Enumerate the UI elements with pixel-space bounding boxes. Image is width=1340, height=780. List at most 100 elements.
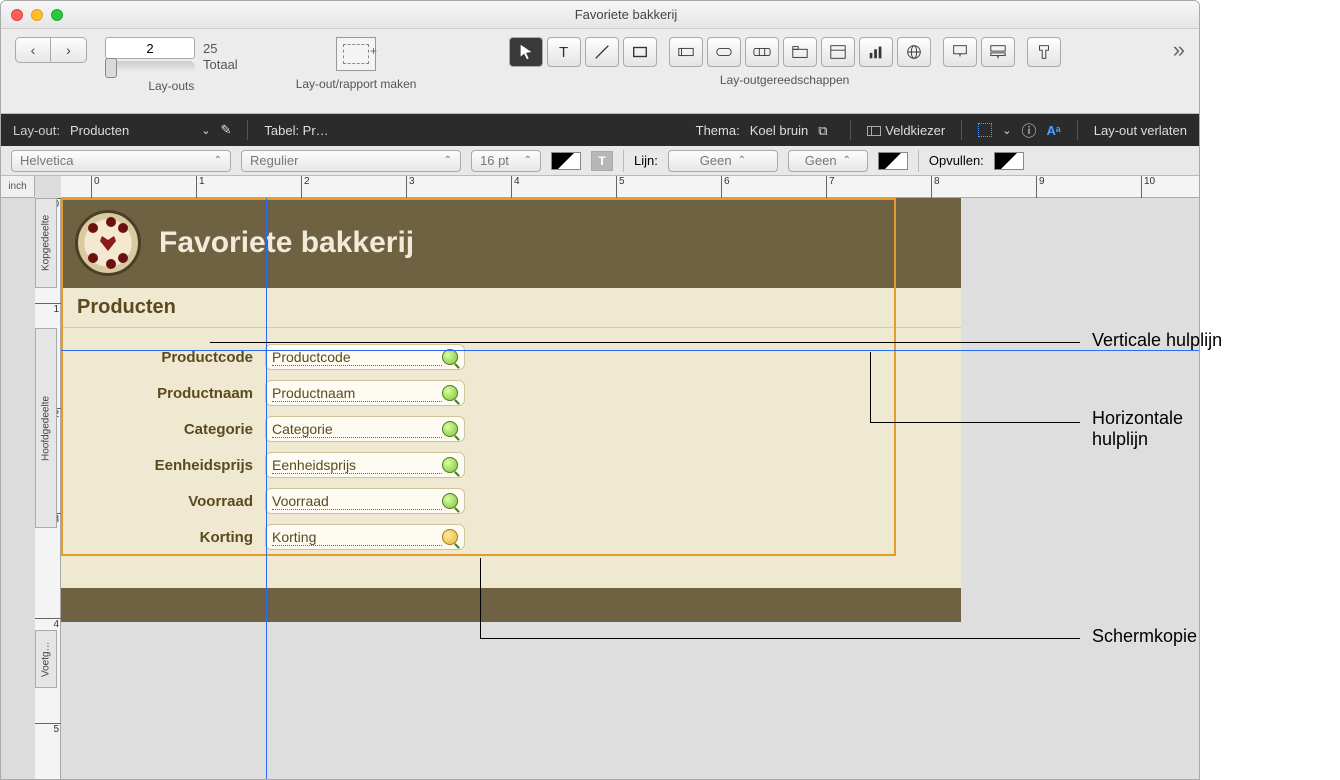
callout-screenshot: Schermkopie (1092, 626, 1197, 647)
body-part-label[interactable]: Hoofdgedeelte (35, 328, 57, 528)
chevron-down-icon[interactable]: ⌄ (1002, 124, 1011, 137)
zoom-icon[interactable] (51, 9, 63, 21)
field-row: Productcode Productcode (73, 344, 949, 370)
window-title: Favoriete bakkerij (63, 7, 1189, 22)
line-color-swatch[interactable] (878, 152, 908, 170)
lookup-icon[interactable] (442, 529, 458, 545)
text-format-icon[interactable]: Aᵃ (1046, 123, 1060, 138)
tab-control-tool[interactable] (783, 37, 817, 67)
canvas-area: inch 0 1 2 3 4 5 6 7 8 9 10 0 1 2 3 4 5 … (1, 176, 1199, 780)
font-style-dropdown[interactable]: Regulier⌃ (241, 150, 461, 172)
line-style-dropdown[interactable]: Geen⌃ (788, 150, 868, 172)
callout-line (480, 638, 1080, 639)
minimize-icon[interactable] (31, 9, 43, 21)
layout-slider[interactable] (105, 61, 195, 73)
webviewer-tool[interactable] (897, 37, 931, 67)
font-size-dropdown[interactable]: 16 pt⌃ (471, 150, 541, 172)
layout-canvas[interactable]: Kopgedeelte Hoofdgedeelte Voetg… Favorie… (61, 198, 1199, 780)
text-tool[interactable]: T (547, 37, 581, 67)
callout-horizontal-guide: Horizontale hulplijn (1092, 408, 1183, 450)
line-tool[interactable] (585, 37, 619, 67)
text-color-swatch[interactable] (551, 152, 581, 170)
ruler-unit[interactable]: inch (1, 176, 35, 198)
lookup-icon[interactable] (442, 421, 458, 437)
layout-bar: Lay-out: Producten ⌄ ✎ Tabel: Pr… Thema:… (1, 114, 1199, 146)
logo-icon[interactable] (75, 210, 141, 276)
fill-label: Opvullen: (929, 153, 984, 168)
footer-part-label[interactable]: Voetg… (35, 630, 57, 688)
next-record-button[interactable]: › (51, 37, 87, 63)
field-row: Productnaam Productnaam (73, 380, 949, 406)
lookup-icon[interactable] (442, 385, 458, 401)
format-painter-tool[interactable] (1027, 37, 1061, 67)
app-window: Favoriete bakkerij ‹ › 2 25 Totaal Lay-o… (0, 0, 1200, 780)
callout-vertical-guide: Verticale hulplijn (1092, 330, 1222, 351)
field-label[interactable]: Productnaam (73, 385, 253, 402)
field-productcode[interactable]: Productcode (265, 344, 465, 370)
field-picker-tool[interactable] (943, 37, 977, 67)
new-layout-report-button[interactable] (336, 37, 376, 71)
field-row: Eenheidsprijs Eenheidsprijs (73, 452, 949, 478)
tools-label: Lay-outgereedschappen (720, 73, 849, 87)
lookup-icon[interactable] (442, 493, 458, 509)
section-title[interactable]: Producten (77, 296, 176, 319)
rectangle-tool[interactable] (623, 37, 657, 67)
formatting-bar: Helvetica⌃ Regulier⌃ 16 pt⌃ T Lijn: Geen… (1, 146, 1199, 176)
field-label[interactable]: Voorraad (73, 493, 253, 510)
field-categorie[interactable]: Categorie (265, 416, 465, 442)
footer-part[interactable] (61, 588, 961, 622)
part-tool[interactable] (981, 37, 1015, 67)
field-eenheidsprijs[interactable]: Eenheidsprijs (265, 452, 465, 478)
buttonbar-tool[interactable] (745, 37, 779, 67)
button-tool[interactable] (707, 37, 741, 67)
traffic-lights (11, 9, 63, 21)
titlebar: Favoriete bakkerij (1, 1, 1199, 29)
chart-tool[interactable] (859, 37, 893, 67)
edit-layout-icon[interactable]: ✎ (220, 122, 231, 138)
field-productnaam[interactable]: Productnaam (265, 380, 465, 406)
field-label[interactable]: Productcode (73, 349, 253, 366)
close-icon[interactable] (11, 9, 23, 21)
selection-tool[interactable] (509, 37, 543, 67)
table-label[interactable]: Tabel: Pr… (264, 123, 328, 138)
record-nav-group: ‹ › (15, 37, 87, 63)
fieldpicker-button[interactable]: Veldkiezer (867, 123, 945, 138)
report-label: Lay-out/rapport maken (296, 77, 417, 91)
total-label: Totaal (203, 57, 238, 73)
header-part-label[interactable]: Kopgedeelte (35, 198, 57, 288)
lookup-icon[interactable] (442, 349, 458, 365)
body-part[interactable]: Productcode Productcode Productnaam Prod… (61, 328, 961, 588)
field-row: Categorie Categorie (73, 416, 949, 442)
prev-record-button[interactable]: ‹ (15, 37, 51, 63)
portal-tool[interactable] (821, 37, 855, 67)
screen-bounds-icon[interactable] (978, 123, 992, 137)
main-toolbar: ‹ › 2 25 Totaal Lay-outs Lay-out/rapport… (1, 29, 1199, 114)
font-dropdown[interactable]: Helvetica⌃ (11, 150, 231, 172)
horizontal-ruler[interactable]: 0 1 2 3 4 5 6 7 8 9 10 (61, 176, 1199, 198)
lookup-icon[interactable] (442, 457, 458, 473)
field-label[interactable]: Eenheidsprijs (73, 457, 253, 474)
layout-dropdown[interactable]: Producten ⌄ (70, 123, 210, 138)
field-label[interactable]: Korting (73, 529, 253, 546)
exit-layout-button[interactable]: Lay-out verlaten (1094, 123, 1187, 138)
info-icon[interactable]: ⓘ (1021, 120, 1036, 141)
line-weight-dropdown[interactable]: Geen⌃ (668, 150, 778, 172)
section-header[interactable]: Producten (61, 288, 961, 328)
toolbar-overflow-icon[interactable]: » (1173, 37, 1185, 63)
layout-body: Favoriete bakkerij Producten Productcode… (61, 198, 961, 622)
field-korting[interactable]: Korting (265, 524, 465, 550)
header-part[interactable]: Favoriete bakkerij (61, 198, 961, 288)
text-tool-icon[interactable]: T (591, 151, 613, 171)
theme-name[interactable]: Koel bruin (750, 123, 809, 138)
field-row: Voorraad Voorraad (73, 488, 949, 514)
layout-number-input[interactable]: 2 (105, 37, 195, 59)
layout-label: Lay-out: (13, 123, 60, 138)
theme-swap-icon[interactable]: ⧉ (818, 123, 834, 137)
total-count: 25 (203, 41, 238, 57)
field-label[interactable]: Categorie (73, 421, 253, 438)
fill-color-swatch[interactable] (994, 152, 1024, 170)
line-label: Lijn: (634, 153, 658, 168)
header-title[interactable]: Favoriete bakkerij (159, 226, 414, 260)
field-voorraad[interactable]: Voorraad (265, 488, 465, 514)
field-tool[interactable] (669, 37, 703, 67)
